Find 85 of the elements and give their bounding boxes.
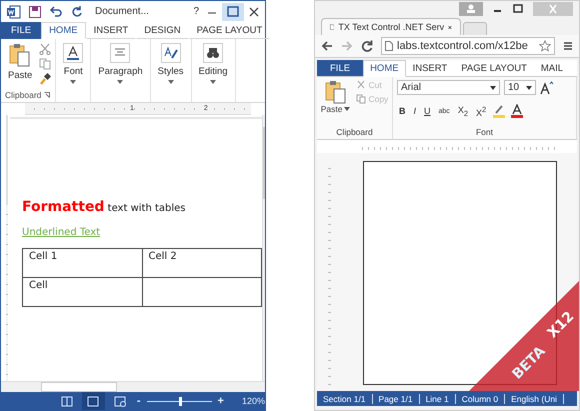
format-button[interactable]: I: [412, 106, 418, 116]
save-icon[interactable]: [29, 6, 41, 18]
browser-tab[interactable]: TX Text Control .NET Serv: [321, 18, 461, 35]
styles-icon: [160, 43, 181, 63]
close-icon[interactable]: [448, 24, 452, 30]
clipboard-icon: [324, 80, 347, 104]
caret-icon: [344, 107, 350, 111]
paintbrush-icon[interactable]: [39, 73, 52, 85]
status-item: English (Uni: [505, 394, 564, 404]
font-icon: [63, 43, 84, 63]
scissors-icon: [356, 80, 366, 90]
ribbon-tab[interactable]: INSERT: [86, 22, 136, 39]
undo-icon[interactable]: [49, 6, 63, 18]
caret-icon: [70, 80, 76, 84]
underlined-text: Underlined Text: [22, 227, 100, 238]
maximize-icon[interactable]: [222, 2, 244, 20]
font-button[interactable]: Font: [60, 41, 86, 86]
group-label: Font: [476, 127, 493, 137]
help-button[interactable]: ?: [193, 6, 199, 17]
caret-icon: [526, 86, 532, 90]
format-button[interactable]: X$^{2}$: [474, 104, 488, 118]
menu-icon[interactable]: [563, 41, 573, 51]
caret-icon: [490, 86, 496, 90]
back-icon[interactable]: [321, 40, 333, 52]
body-text: text with tables: [108, 203, 186, 214]
ribbon-tab[interactable]: HOME: [363, 60, 406, 77]
ribbon-tab[interactable]: HOME: [41, 22, 86, 39]
format-button[interactable]: U: [422, 106, 433, 116]
status-item: Section 1/1: [317, 394, 373, 404]
dialog-launcher-icon[interactable]: [44, 92, 50, 98]
page-icon: [385, 41, 393, 51]
ribbon-tab[interactable]: FILE: [1, 22, 42, 39]
paste-button[interactable]: Paste: [320, 80, 350, 114]
status-item: Line 1: [420, 394, 456, 404]
grow-font-icon[interactable]: [540, 80, 554, 94]
print-view-button[interactable]: [82, 392, 105, 410]
ribbon-tab[interactable]: INSERT: [406, 60, 454, 76]
ribbon-tab[interactable]: MAIL: [534, 60, 570, 76]
table-cell: Cell 1: [29, 251, 58, 262]
maximize-icon[interactable]: [513, 4, 523, 14]
font-dropdown[interactable]: Arial: [397, 80, 500, 95]
copy-icon: [356, 94, 366, 104]
horizontal-scrollbar[interactable]: [1, 381, 265, 392]
editing-button[interactable]: Editing: [196, 41, 231, 86]
caret-icon: [117, 80, 124, 84]
formatted-text: Formatted: [22, 199, 104, 215]
format-button[interactable]: X$_{2}$: [456, 104, 470, 118]
caret-icon: [210, 80, 216, 84]
size-dropdown[interactable]: 10: [504, 80, 536, 95]
address-bar[interactable]: labs.textcontrol.com/x12be: [381, 37, 555, 55]
print-view-icon: [87, 396, 100, 406]
status-item: Page 1/1: [372, 394, 420, 404]
close-icon[interactable]: [249, 6, 259, 16]
star-icon[interactable]: [539, 40, 551, 52]
group-label: Clipboard: [336, 127, 373, 137]
paragraph-icon: [110, 43, 130, 63]
page-icon: [330, 22, 334, 32]
clipboard-icon: [9, 43, 32, 67]
ribbon-tab[interactable]: PAGE LAYOUT: [188, 22, 270, 39]
highlight-icon[interactable]: [492, 104, 506, 118]
caret-icon: [168, 80, 174, 84]
format-button[interactable]: B: [397, 106, 408, 116]
word-logo-icon: [7, 4, 21, 18]
scissors-icon[interactable]: [39, 43, 52, 55]
table-cell: Cell: [29, 280, 48, 291]
font-color-icon[interactable]: [510, 104, 524, 118]
styles-button[interactable]: Styles: [154, 41, 187, 86]
zoom-level: 120%: [242, 396, 265, 406]
read-view-icon: [61, 396, 74, 406]
redo-icon[interactable]: [71, 6, 83, 18]
ribbon-tab[interactable]: PAGE LAYOUT: [454, 60, 534, 76]
window-title: Document...: [95, 6, 149, 17]
ribbon-tab[interactable]: FILE: [317, 60, 364, 76]
reload-icon[interactable]: [361, 40, 373, 52]
zoom-out-button[interactable]: -: [136, 395, 141, 407]
paragraph-button[interactable]: Paragraph: [95, 41, 146, 86]
editing-icon: [203, 43, 224, 63]
vertical-scrollbar[interactable]: [262, 115, 265, 381]
paste-button[interactable]: Paste: [5, 41, 36, 85]
group-label: Clipboard: [5, 90, 42, 100]
table-cell: Cell 2: [148, 251, 177, 262]
zoom-in-button[interactable]: +: [218, 395, 224, 407]
ribbon-tab[interactable]: DESIGN: [136, 22, 189, 39]
status-item: Column 0: [456, 394, 506, 404]
web-view-icon: [114, 396, 126, 406]
